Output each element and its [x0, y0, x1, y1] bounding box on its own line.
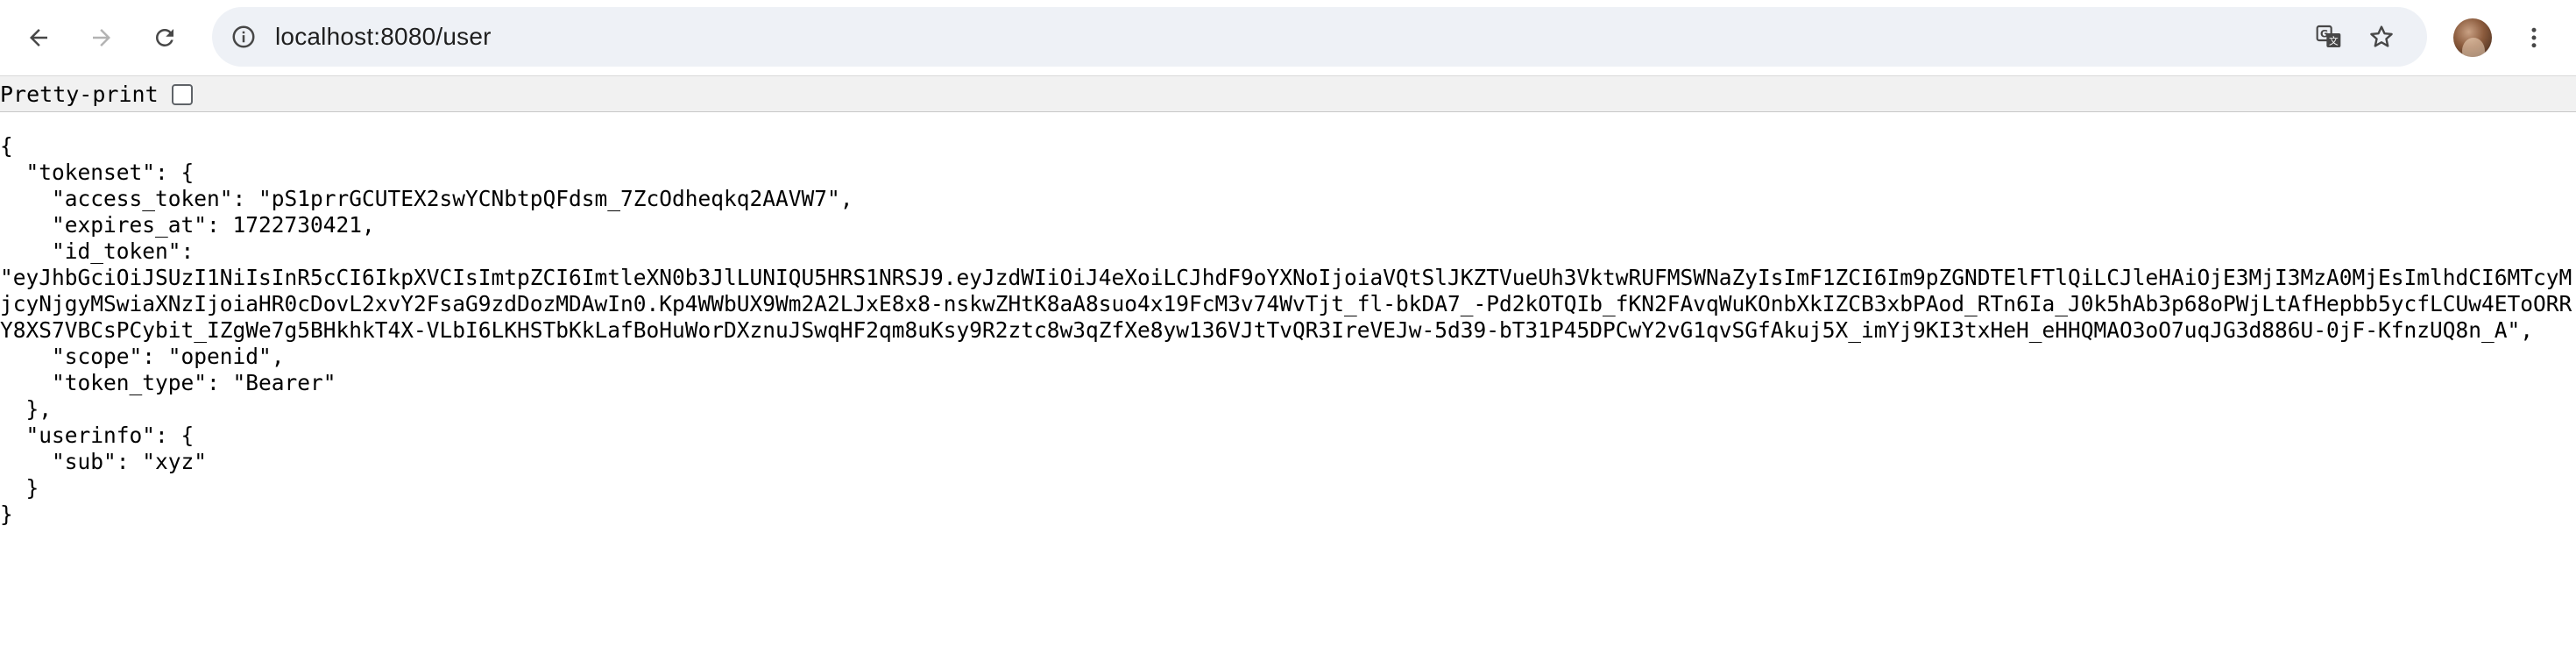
kebab-menu-icon [2531, 27, 2537, 48]
json-line: }, [0, 396, 53, 422]
json-line-id-token: "eyJhbGciOiJSUzI1NiIsInR5cCI6IkpXVCIsImt… [0, 265, 2572, 343]
info-icon [232, 25, 255, 48]
json-line: "id_token": [0, 238, 195, 264]
forward-button[interactable] [82, 18, 121, 57]
arrow-left-icon [30, 29, 47, 46]
svg-text:文: 文 [2329, 36, 2339, 47]
json-line: "tokenset": { [0, 160, 195, 185]
json-line: } [0, 501, 13, 527]
reload-icon [156, 29, 173, 46]
star-icon [2370, 25, 2393, 47]
pretty-print-label: Pretty-print [0, 82, 159, 107]
site-info-button[interactable] [224, 18, 263, 56]
translate-button[interactable]: G 文 [2310, 18, 2348, 56]
url-text[interactable]: localhost:8080/user [275, 22, 492, 52]
back-button[interactable] [19, 18, 58, 57]
bookmark-button[interactable] [2362, 18, 2401, 56]
json-line: "expires_at": 1722730421, [0, 212, 375, 238]
json-line: } [0, 475, 39, 501]
json-line: "access_token": "pS1prrGCUTEX2swYCNbtpQF… [0, 186, 853, 211]
pretty-print-bar: Pretty-print [0, 75, 2576, 112]
arrow-right-icon [93, 29, 110, 46]
browser-toolbar: localhost:8080/user G 文 [0, 0, 2576, 75]
translate-icon: G 文 [2316, 25, 2341, 47]
json-line: { [0, 133, 13, 159]
json-line: "userinfo": { [0, 423, 195, 448]
json-line: "token_type": "Bearer" [0, 370, 336, 395]
json-line: "scope": "openid", [0, 344, 285, 369]
address-bar[interactable]: localhost:8080/user G 文 [212, 7, 2427, 67]
json-line: "sub": "xyz" [0, 449, 208, 474]
reload-button[interactable] [145, 18, 184, 57]
browser-menu-button[interactable] [2515, 18, 2553, 57]
profile-avatar[interactable] [2453, 18, 2492, 57]
json-body: { "tokenset": { "access_token": "pS1prrG… [0, 133, 2576, 528]
pretty-print-checkbox[interactable] [172, 84, 193, 105]
